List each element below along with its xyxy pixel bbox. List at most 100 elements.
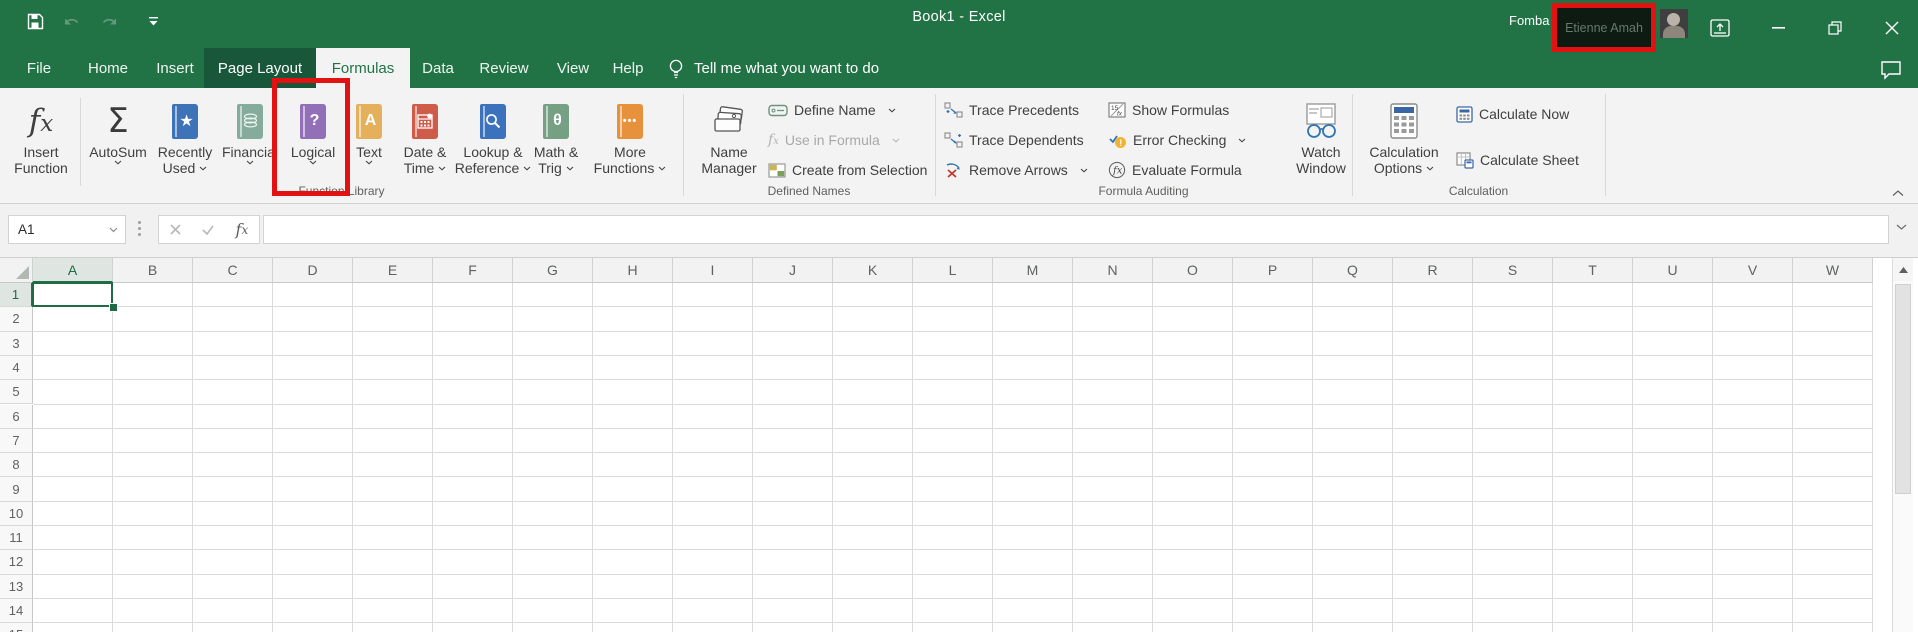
column-header-A[interactable]: A (33, 258, 113, 283)
collapse-ribbon-chevron-icon[interactable] (1892, 184, 1904, 202)
calculation-options-dropdown-icon (1426, 166, 1434, 171)
qat-custom-button[interactable] (140, 8, 166, 34)
error-checking-button[interactable]: ! Error Checking (1108, 126, 1246, 154)
column-header-O[interactable]: O (1153, 258, 1233, 283)
remove-arrows-button[interactable]: Remove Arrows (944, 156, 1088, 184)
evaluate-formula-button[interactable]: fx Evaluate Formula (1108, 156, 1242, 184)
tab-view[interactable]: View (544, 48, 602, 88)
row-header-11[interactable]: 11 (0, 526, 33, 551)
row-header-2[interactable]: 2 (0, 307, 33, 332)
formula-bar-splitter[interactable] (138, 221, 141, 236)
comments-icon[interactable] (1880, 60, 1902, 85)
close-button[interactable] (1878, 14, 1906, 42)
column-header-D[interactable]: D (273, 258, 353, 283)
user-name-visible[interactable]: Fomba (1509, 13, 1549, 28)
column-header-R[interactable]: R (1393, 258, 1473, 283)
row-header-14[interactable]: 14 (0, 598, 33, 624)
ribbon-display-options-button[interactable] (1706, 14, 1734, 42)
use-in-formula-button[interactable]: fx Use in Formula (768, 126, 900, 154)
scroll-up-button[interactable] (1893, 258, 1913, 281)
column-header-B[interactable]: B (113, 258, 193, 283)
redo-button[interactable] (96, 8, 122, 34)
fill-handle[interactable] (109, 303, 118, 313)
row-header-7[interactable]: 7 (0, 428, 33, 454)
column-header-M[interactable]: M (993, 258, 1073, 283)
column-header-C[interactable]: C (193, 258, 273, 283)
column-header-E[interactable]: E (353, 258, 433, 283)
selected-cell-A1[interactable] (32, 282, 113, 308)
recently-used-button[interactable]: ★ Recently Used (152, 92, 218, 196)
column-header-S[interactable]: S (1473, 258, 1553, 283)
undo-button[interactable] (58, 8, 84, 34)
column-header-W[interactable]: W (1793, 258, 1873, 283)
calculation-options-button[interactable]: Calculation Options (1358, 92, 1450, 196)
row-header-8[interactable]: 8 (0, 453, 33, 478)
minimize-button[interactable] (1764, 14, 1792, 42)
restore-button[interactable] (1821, 14, 1849, 42)
row-header-9[interactable]: 9 (0, 477, 33, 502)
trace-precedents-button[interactable]: Trace Precedents (944, 96, 1079, 124)
column-header-J[interactable]: J (753, 258, 833, 283)
row-header-1[interactable]: 1 (0, 283, 33, 308)
column-header-G[interactable]: G (513, 258, 593, 283)
calculate-sheet-button[interactable]: Calculate Sheet (1456, 146, 1579, 174)
save-button[interactable] (22, 8, 48, 34)
row-header-3[interactable]: 3 (0, 331, 33, 356)
column-header-K[interactable]: K (833, 258, 913, 283)
tab-file[interactable]: File (10, 48, 68, 88)
row-header-4[interactable]: 4 (0, 355, 33, 381)
sheet-cells[interactable] (33, 283, 1873, 632)
row-header-6[interactable]: 6 (0, 404, 33, 429)
select-all-corner[interactable] (0, 258, 33, 283)
column-header-U[interactable]: U (1633, 258, 1713, 283)
financial-button[interactable]: Financial (220, 92, 280, 196)
text-button[interactable]: A Text (346, 92, 392, 196)
tab-review[interactable]: Review (470, 48, 538, 88)
column-header-V[interactable]: V (1713, 258, 1793, 283)
row-header-10[interactable]: 10 (0, 501, 33, 526)
name-box[interactable]: A1 (8, 215, 126, 244)
column-header-F[interactable]: F (433, 258, 513, 283)
gridline-horizontal (33, 379, 1873, 381)
insert-function-button[interactable]: fx Insert Function (4, 92, 78, 196)
watch-window-button[interactable]: Watch Window (1292, 92, 1350, 196)
formula-input[interactable] (263, 215, 1889, 244)
column-header-I[interactable]: I (673, 258, 753, 283)
enter-icon[interactable] (202, 225, 214, 235)
tab-home[interactable]: Home (78, 48, 138, 88)
column-header-P[interactable]: P (1233, 258, 1313, 283)
row-header-12[interactable]: 12 (0, 550, 33, 575)
cancel-icon[interactable] (170, 224, 181, 235)
column-header-H[interactable]: H (593, 258, 673, 283)
tell-me-box[interactable]: Tell me what you want to do (668, 48, 879, 88)
define-name-button[interactable]: Define Name (768, 96, 896, 124)
recently-used-icon: ★ (172, 98, 198, 144)
evaluate-formula-label: Evaluate Formula (1132, 162, 1242, 178)
tab-help[interactable]: Help (600, 48, 656, 88)
column-header-Q[interactable]: Q (1313, 258, 1393, 283)
create-from-selection-button[interactable]: Create from Selection (768, 156, 927, 184)
show-formulas-button[interactable]: 15 fx Show Formulas (1108, 96, 1229, 124)
trace-dependents-button[interactable]: Trace Dependents (944, 126, 1084, 154)
date-time-button[interactable]: Date & Time (394, 92, 456, 196)
lookup-reference-button[interactable]: Lookup & Reference (455, 92, 531, 196)
row-header-15[interactable]: 15 (0, 623, 33, 632)
calculate-now-button[interactable]: Calculate Now (1456, 100, 1569, 128)
vertical-scrollbar[interactable] (1892, 258, 1913, 632)
column-header-L[interactable]: L (913, 258, 993, 283)
row-header-5[interactable]: 5 (0, 380, 33, 405)
expand-formula-bar-chevron-icon[interactable] (1896, 224, 1907, 231)
avatar[interactable] (1660, 9, 1688, 38)
row-header-13[interactable]: 13 (0, 574, 33, 599)
insert-function-fx-icon[interactable]: fx (236, 220, 249, 239)
column-header-T[interactable]: T (1553, 258, 1633, 283)
tab-insert[interactable]: Insert (146, 48, 204, 88)
scrollbar-thumb[interactable] (1895, 284, 1911, 494)
math-trig-button[interactable]: θ Math & Trig (530, 92, 582, 196)
name-box-dropdown-icon[interactable] (109, 227, 118, 233)
tab-data[interactable]: Data (410, 48, 466, 88)
column-header-N[interactable]: N (1073, 258, 1153, 283)
name-manager-button[interactable]: Name Manager (694, 92, 764, 196)
autosum-button[interactable]: Σ AutoSum (86, 92, 150, 196)
more-functions-button[interactable]: ••• More Functions (584, 92, 676, 196)
